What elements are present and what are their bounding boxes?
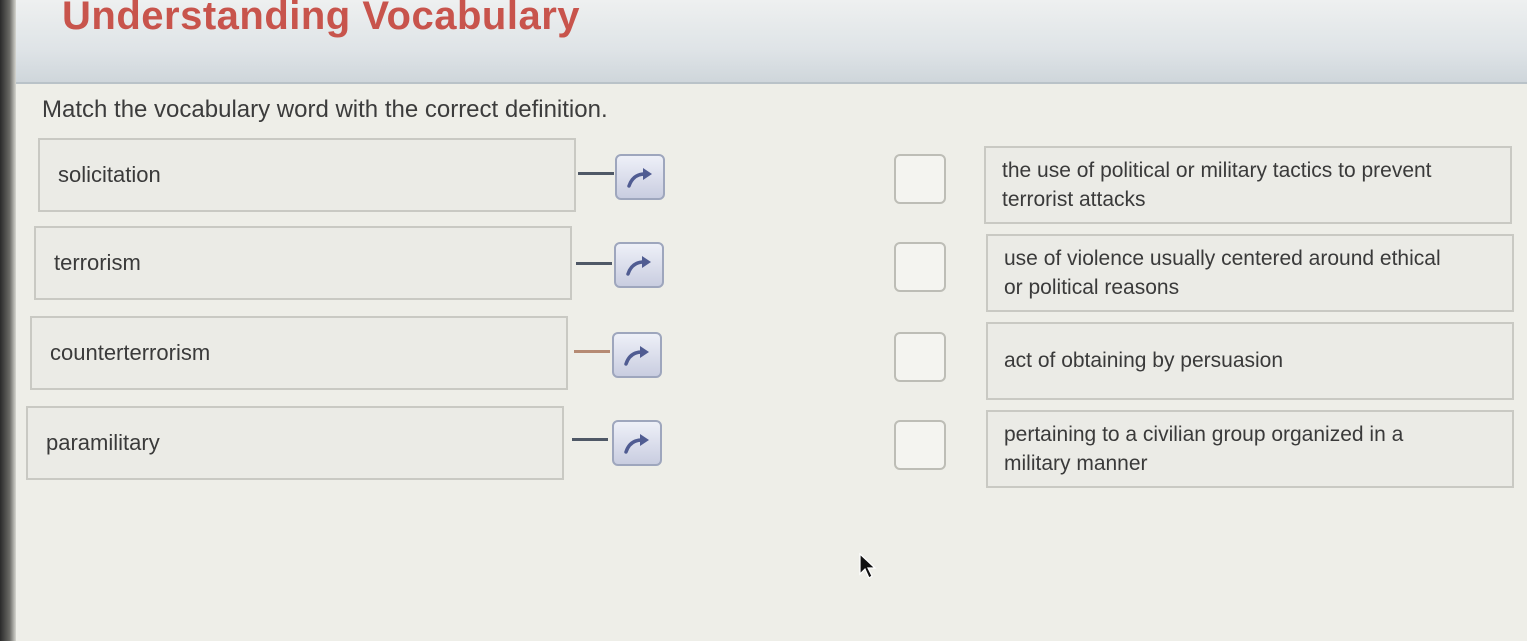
header-bar: Understanding Vocabulary [16,0,1527,84]
drop-target-box[interactable] [894,154,946,204]
match-arrow-button[interactable] [612,332,662,378]
term-box-paramilitary[interactable]: paramilitary [26,406,564,480]
mouse-pointer-icon [858,552,878,585]
curved-arrow-right-icon [626,256,651,276]
definition-text: pertaining to a civilian group organized… [1004,423,1404,475]
drop-target-box[interactable] [894,242,946,292]
term-label: terrorism [54,250,141,275]
connector-line [578,172,614,175]
definition-box: the use of political or military tactics… [984,146,1512,224]
drop-target-box[interactable] [894,332,946,382]
match-arrow-button[interactable] [615,154,665,200]
connector-line [576,262,612,265]
drop-target-box[interactable] [894,420,946,470]
term-box-solicitation[interactable]: solicitation [38,138,576,212]
definition-text: use of violence usually centered around … [1004,247,1441,299]
curved-arrow-right-icon [627,168,652,188]
definition-box: act of obtaining by persuasion [986,322,1514,400]
definition-text: the use of political or military tactics… [1002,159,1432,211]
connector-line [572,438,608,441]
curved-arrow-right-icon [624,346,649,366]
page-title: Understanding Vocabulary [62,0,581,38]
window-edge [0,0,16,641]
term-box-terrorism[interactable]: terrorism [34,226,572,300]
term-box-counterterrorism[interactable]: counterterrorism [30,316,568,390]
term-label: paramilitary [46,430,160,455]
curved-arrow-right-icon [624,434,649,454]
term-label: solicitation [58,162,161,187]
definition-box: pertaining to a civilian group organized… [986,410,1514,488]
definition-box: use of violence usually centered around … [986,234,1514,312]
instructions-text: Match the vocabulary word with the corre… [42,96,608,123]
definition-text: act of obtaining by persuasion [1004,349,1284,372]
match-arrow-button[interactable] [614,242,664,288]
term-label: counterterrorism [50,340,211,365]
match-arrow-button[interactable] [612,420,662,466]
connector-line [574,350,610,353]
